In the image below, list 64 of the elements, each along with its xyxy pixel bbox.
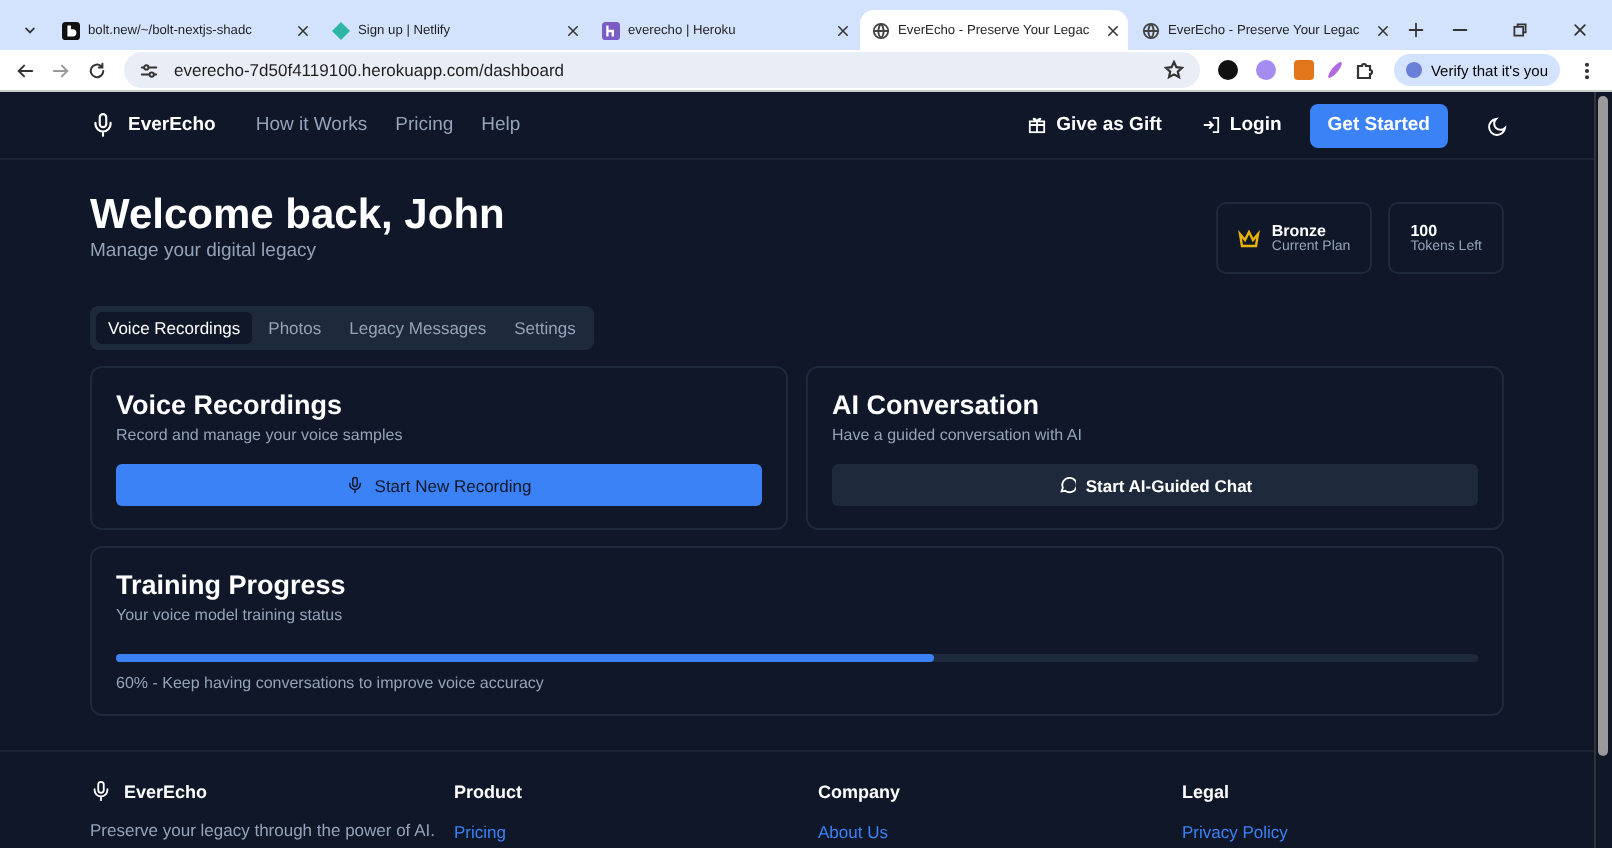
nav-link[interactable]: How it Works (255, 114, 368, 136)
forward-icon[interactable] (52, 61, 70, 79)
brand-name[interactable]: EverEcho (128, 114, 216, 136)
gift-icon (1028, 116, 1047, 134)
bookmark-star-icon[interactable] (1164, 60, 1185, 80)
gift-button[interactable]: Give as Gift (1028, 114, 1162, 136)
moon-icon[interactable] (1488, 115, 1508, 135)
card-subtitle: Your voice model training status (116, 606, 345, 624)
login-button[interactable]: Login (1201, 114, 1282, 136)
card-title: Voice Recordings (116, 388, 345, 422)
restore-icon[interactable] (1512, 22, 1528, 38)
card-subtitle: Record and manage your voice samples (116, 426, 405, 444)
footer-brand: EverEcho (124, 781, 208, 801)
scrollbar-thumb[interactable] (1598, 96, 1608, 756)
crown-icon (1237, 229, 1260, 247)
footer-heading: Product (454, 780, 525, 804)
welcome-heading: Welcome back, John (90, 190, 505, 240)
close-icon[interactable] (1572, 22, 1588, 38)
reload-icon[interactable] (88, 61, 106, 79)
puzzle-icon[interactable] (1356, 60, 1377, 80)
close-icon[interactable] (1376, 23, 1390, 37)
get-started-button[interactable]: Get Started (1309, 103, 1448, 147)
progress-note: 60% - Keep having conversations to improve voice accuracy (116, 674, 546, 692)
close-icon[interactable] (296, 23, 310, 37)
microphone-icon (346, 476, 365, 494)
login-icon (1201, 116, 1220, 134)
heroku-site-icon (602, 21, 620, 39)
nav-link[interactable]: Help (481, 114, 521, 136)
stat-value: Bronze (1271, 222, 1327, 240)
back-icon[interactable] (16, 61, 34, 79)
dashboard-tab[interactable]: Legacy Messages (337, 312, 499, 344)
globe-icon (1142, 21, 1160, 39)
card-subtitle: Have a guided conversation with AI (832, 426, 1084, 444)
site-settings-icon[interactable] (140, 61, 158, 79)
diamond-icon (332, 21, 350, 39)
footer-heading: Company (818, 780, 903, 804)
chat-bubble-icon (1057, 476, 1076, 494)
avatar-icon (1406, 62, 1423, 78)
dashboard-tab[interactable]: Photos (256, 312, 334, 344)
nav-link[interactable]: Pricing (395, 114, 454, 136)
microphone-icon (90, 112, 116, 138)
footer-heading: Legal (1182, 780, 1232, 804)
stat-value: 100 (1410, 222, 1438, 240)
tab-list-icon[interactable] (22, 22, 38, 38)
footer-tagline: Preserve your legacy through the power of AI. (90, 820, 437, 842)
start-recording-button[interactable]: Start New Recording (116, 464, 762, 506)
start-chat-button[interactable]: Start AI-Guided Chat (832, 464, 1478, 506)
dashboard-tab[interactable]: Voice Recordings (96, 312, 253, 344)
bolt-site-icon (62, 21, 80, 39)
footer-link[interactable]: Privacy Policy (1182, 822, 1504, 844)
footer-link[interactable]: Pricing (454, 822, 818, 844)
dashboard-tab[interactable]: Settings (502, 312, 588, 344)
close-icon[interactable] (566, 23, 580, 37)
microphone-icon (90, 780, 112, 802)
extension-icon[interactable] (1218, 60, 1239, 80)
globe-icon (872, 21, 890, 39)
close-icon[interactable] (836, 23, 850, 37)
card-title: AI Conversation (832, 388, 1042, 422)
new-tab-icon[interactable] (1408, 22, 1424, 38)
welcome-subtitle: Manage your digital legacy (90, 240, 319, 262)
card-title: Training Progress (116, 568, 348, 602)
close-icon[interactable] (1106, 23, 1120, 37)
address-bar[interactable]: everecho-7d50f4119100.herokuapp.com/dashboard (124, 52, 1201, 88)
footer-link[interactable]: About Us (818, 822, 1182, 844)
